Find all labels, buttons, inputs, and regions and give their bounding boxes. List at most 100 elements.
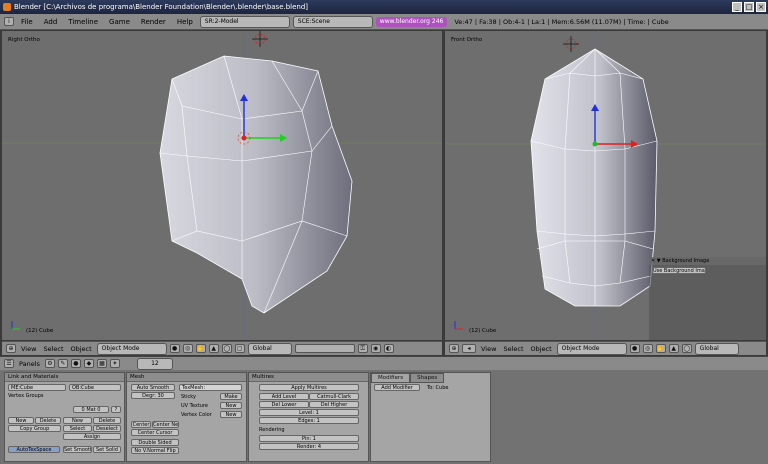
panels-menu[interactable]: Panels <box>17 360 42 368</box>
vertex-color-label: Vertex Color <box>181 412 212 418</box>
no-vnormal-flip-toggle[interactable]: No V.Normal Flip <box>131 447 179 454</box>
material-select-button[interactable]: Select <box>63 425 92 432</box>
pin-field[interactable]: Pin: 1 <box>259 435 359 442</box>
frame-number-field[interactable]: 12 <box>136 357 173 370</box>
buttons-window-type-icon[interactable]: ☰ <box>4 359 14 368</box>
tab-shapes[interactable]: Shapes <box>410 373 445 383</box>
object-datablock-field[interactable]: OB:Cube <box>69 384 121 391</box>
scene-selector[interactable]: SCE:Scene <box>292 15 373 28</box>
view3d-window-type-icon[interactable]: ⊕ <box>6 344 16 353</box>
double-sided-toggle[interactable]: Double Sided <box>131 439 179 446</box>
center-cursor-button[interactable]: Center Cursor <box>131 429 179 436</box>
viewport-header-left: ⊕ View Select Object Object Mode ● ◎ ✋ ▲… <box>2 341 442 355</box>
center-new-button[interactable]: Center New <box>152 421 179 428</box>
close-button[interactable]: × <box>756 2 766 12</box>
add-level-button[interactable]: Add Level <box>259 393 309 400</box>
draw-type-icon[interactable]: ● <box>629 344 640 353</box>
mode-selector[interactable]: Object Mode <box>556 342 627 355</box>
material-new-button[interactable]: New <box>63 417 92 424</box>
vertex-color-new-button[interactable]: New <box>220 411 242 418</box>
subdivision-type-select[interactable]: Catmull-Clark <box>309 393 359 400</box>
use-background-image-button[interactable]: Use Background Image <box>652 267 706 274</box>
pivot-icon[interactable]: ◎ <box>182 344 193 353</box>
editing-context-icon[interactable]: ▦ <box>96 359 107 368</box>
material-index-field[interactable]: 0 Mat 0 <box>73 406 109 413</box>
auto-smooth-toggle[interactable]: Auto Smooth <box>131 384 175 391</box>
orientation-selector[interactable]: Global <box>694 342 739 355</box>
screen-selector[interactable]: SR:2-Model <box>199 15 290 28</box>
buttons-panels-area: Link and Materials ME:Cube OB:Cube Verte… <box>0 370 768 464</box>
uv-texture-new-button[interactable]: New <box>220 402 242 409</box>
header-collapse-icon[interactable]: ◂ <box>462 344 476 353</box>
add-modifier-menu[interactable]: Add Modifier <box>374 384 420 391</box>
tab-modifiers[interactable]: Modifiers <box>371 373 411 383</box>
sticky-make-button[interactable]: Make <box>220 393 242 400</box>
degr-field[interactable]: Degr: 30 <box>131 392 175 399</box>
set-solid-button[interactable]: Set Solid <box>93 446 121 453</box>
scene-context-icon[interactable]: ✶ <box>109 359 120 368</box>
menu-view[interactable]: View <box>479 345 498 353</box>
script-context-icon[interactable]: ✎ <box>57 359 68 368</box>
edges-field[interactable]: Edges: 1 <box>259 417 359 424</box>
level-field[interactable]: Level: 1 <box>259 409 359 416</box>
apply-multires-button[interactable]: Apply Multires <box>259 384 359 391</box>
lock-icon[interactable]: ⚿ <box>357 344 368 353</box>
scale-icon[interactable]: ▢ <box>234 344 245 353</box>
menu-object[interactable]: Object <box>529 345 554 353</box>
set-smooth-button[interactable]: Set Smooth <box>63 446 92 453</box>
manipulator-hand-icon[interactable]: ✋ <box>655 344 666 353</box>
camera-icon[interactable]: ◐ <box>383 344 394 353</box>
viewport-front-ortho[interactable]: Front Ortho (12) Cube ✕ ▼ Background Ima… <box>445 31 766 340</box>
vgroup-new-button[interactable]: New <box>8 417 34 424</box>
translate-icon[interactable]: ▲ <box>208 344 219 353</box>
center-button[interactable]: Center <box>131 421 151 428</box>
modifiers-panel: Modifiers Shapes Add Modifier To: Cube <box>370 372 491 462</box>
draw-type-icon[interactable]: ● <box>169 344 180 353</box>
material-delete-button[interactable]: Delete <box>93 417 121 424</box>
shading-context-icon[interactable]: ● <box>70 359 81 368</box>
material-help-button[interactable]: ? <box>111 406 121 413</box>
minimize-button[interactable]: _ <box>732 2 742 12</box>
del-lower-button[interactable]: Del Lower <box>259 401 309 408</box>
mesh-datablock-field[interactable]: ME:Cube <box>8 384 66 391</box>
autotexspace-toggle[interactable]: AutoTexSpace <box>8 446 60 453</box>
vgroup-delete-button[interactable]: Delete <box>35 417 61 424</box>
menu-help[interactable]: Help <box>173 18 197 26</box>
layer-buttons[interactable] <box>294 344 355 353</box>
menu-timeline[interactable]: Timeline <box>64 18 102 26</box>
logic-context-icon[interactable]: ⚙ <box>44 359 55 368</box>
viewport-right-ortho[interactable]: Right Ortho (12) Cube <box>2 31 442 340</box>
copy-group-button[interactable]: Copy Group <box>8 425 61 432</box>
menu-file[interactable]: File <box>17 18 37 26</box>
menu-view[interactable]: View <box>19 345 38 353</box>
mode-selector[interactable]: Object Mode <box>96 342 167 355</box>
del-higher-button[interactable]: Del Higher <box>309 401 359 408</box>
material-deselect-button[interactable]: Deselect <box>93 425 121 432</box>
menu-select[interactable]: Select <box>501 345 525 353</box>
pivot-icon[interactable]: ◎ <box>642 344 653 353</box>
render-level-field[interactable]: Render: 4 <box>259 443 359 450</box>
render-preview-icon[interactable]: ◉ <box>370 344 381 353</box>
orientation-selector[interactable]: Global <box>247 342 292 355</box>
panel-close-icon[interactable]: ✕ ▼ <box>651 258 661 264</box>
texmesh-field[interactable]: TexMesh: <box>179 384 242 391</box>
menu-game[interactable]: Game <box>105 18 134 26</box>
maximize-button[interactable]: □ <box>744 2 754 12</box>
translate-icon[interactable]: ▲ <box>668 344 679 353</box>
menu-render[interactable]: Render <box>137 18 170 26</box>
rotate-icon[interactable]: ◯ <box>221 344 232 353</box>
menu-add[interactable]: Add <box>40 18 62 26</box>
mesh-head-side <box>2 31 442 340</box>
view3d-window-type-icon[interactable]: ⊕ <box>449 344 459 353</box>
manipulator-hand-icon[interactable]: ✋ <box>195 344 206 353</box>
rotate-icon[interactable]: ◯ <box>681 344 692 353</box>
viewport-header-right: ⊕ ◂ View Select Object Object Mode ● ◎ ✋… <box>445 341 766 355</box>
material-assign-button[interactable]: Assign <box>63 433 121 440</box>
website-link[interactable]: www.blender.org 246 <box>375 16 448 27</box>
object-context-icon[interactable]: ◆ <box>83 359 94 368</box>
object-label: (12) Cube <box>26 328 54 334</box>
info-window-type-icon[interactable]: i <box>4 17 14 26</box>
menu-object[interactable]: Object <box>69 345 94 353</box>
menu-select[interactable]: Select <box>41 345 65 353</box>
blender-logo-icon <box>3 3 11 11</box>
